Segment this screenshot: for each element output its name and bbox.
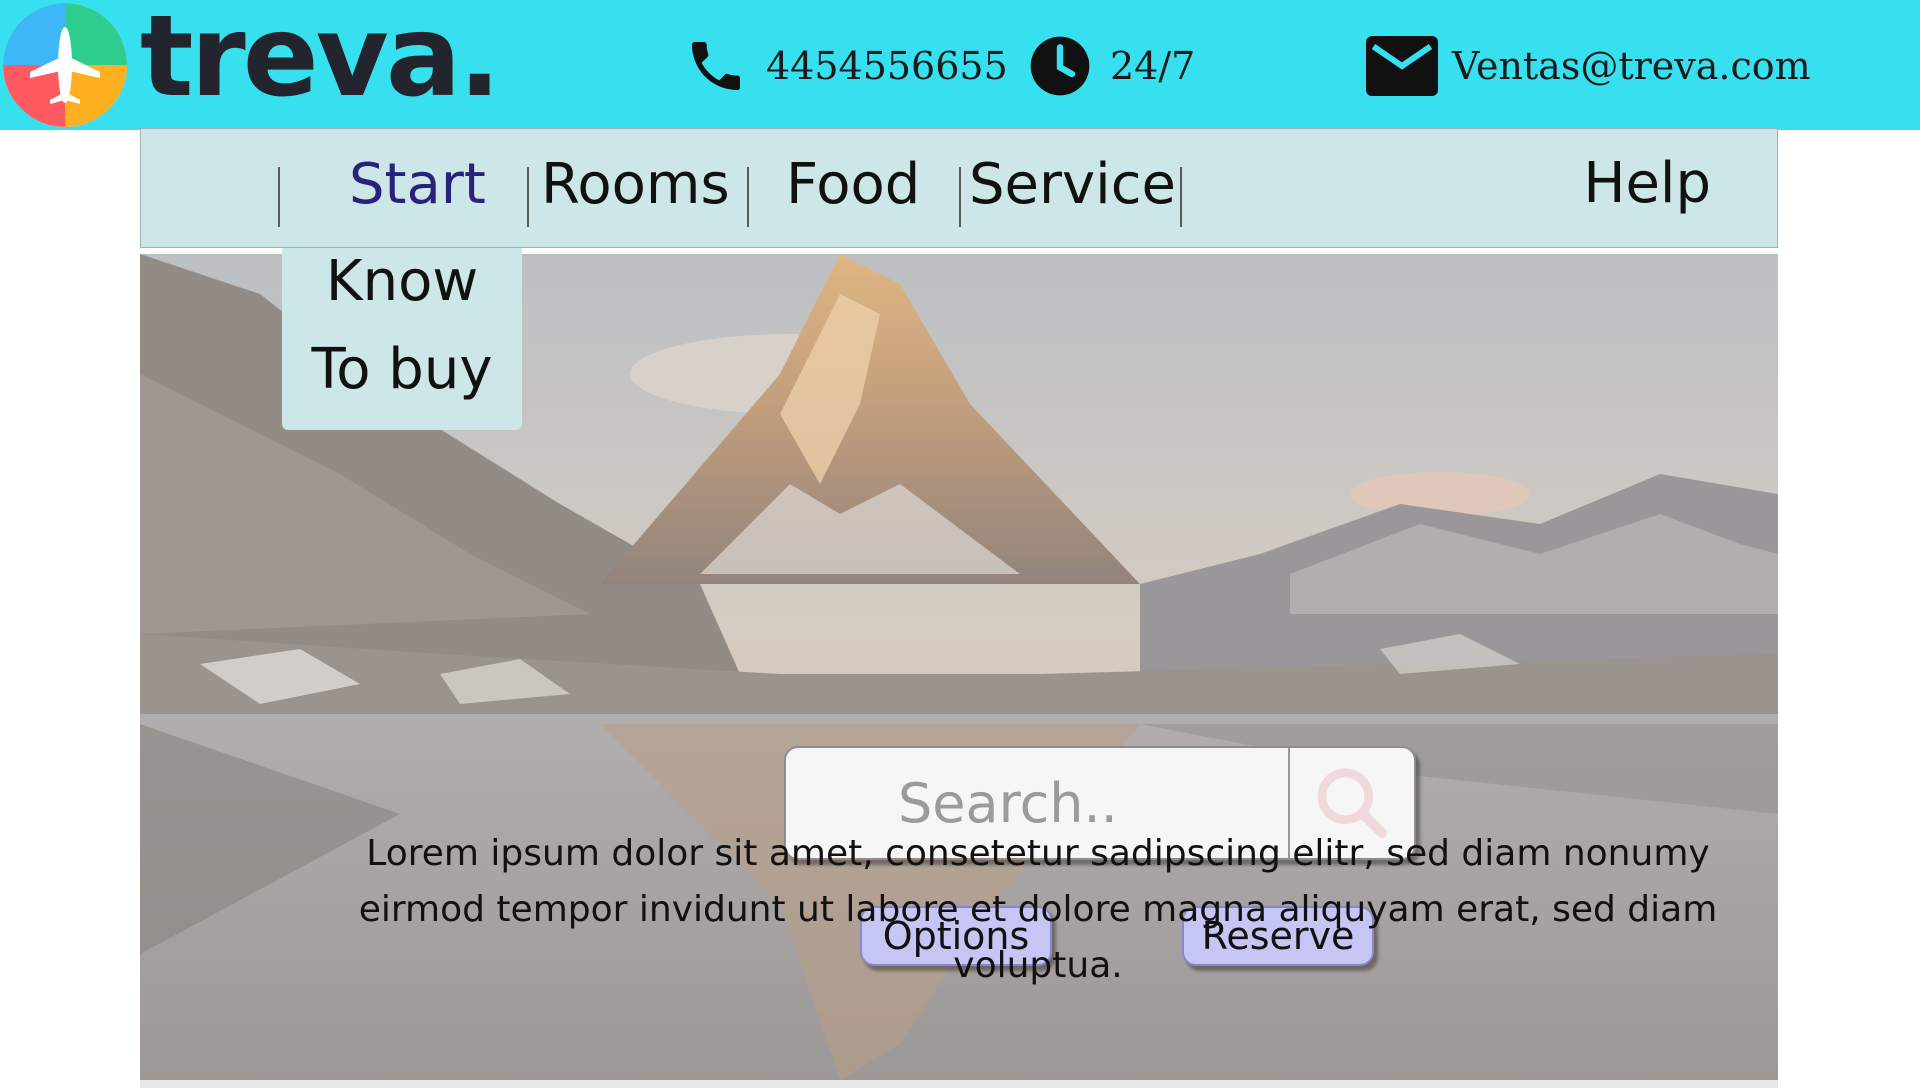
hours-info: 24/7 bbox=[1024, 28, 1195, 104]
dropdown-item-know[interactable]: Know bbox=[282, 254, 522, 310]
start-dropdown-menu: Know To buy bbox=[282, 248, 522, 430]
phone-contact[interactable]: 4454556655 bbox=[680, 28, 1008, 104]
logo-icon[interactable] bbox=[0, 0, 130, 130]
brand-name[interactable]: treva. bbox=[140, 0, 501, 122]
top-bar: treva. 4454556655 24/7 Ventas@treva.com bbox=[0, 0, 1920, 130]
clock-icon bbox=[1024, 30, 1096, 102]
nav-item-service[interactable]: Service bbox=[969, 157, 1176, 213]
nav-divider bbox=[959, 167, 961, 227]
email-address[interactable]: Ventas@treva.com bbox=[1452, 44, 1811, 88]
nav-item-rooms[interactable]: Rooms bbox=[541, 157, 730, 213]
phone-number[interactable]: 4454556655 bbox=[766, 44, 1008, 88]
hours-text: 24/7 bbox=[1110, 44, 1196, 88]
main-nav: Start Rooms Food Service Help bbox=[140, 128, 1778, 248]
nav-item-food[interactable]: Food bbox=[786, 157, 920, 213]
help-link[interactable]: Help bbox=[1583, 151, 1711, 216]
nav-item-start[interactable]: Start bbox=[349, 157, 486, 213]
phone-icon bbox=[680, 30, 752, 102]
nav-divider bbox=[1180, 167, 1182, 227]
bottom-strip bbox=[140, 1080, 1778, 1088]
hero-description: Lorem ipsum dolor sit amet, consetetur s… bbox=[358, 833, 1718, 986]
nav-divider bbox=[278, 167, 280, 227]
nav-divider bbox=[747, 167, 749, 227]
nav-divider bbox=[527, 167, 529, 227]
dropdown-item-to-buy[interactable]: To buy bbox=[282, 342, 522, 398]
email-contact[interactable]: Ventas@treva.com bbox=[1366, 28, 1811, 104]
mail-icon bbox=[1366, 30, 1438, 102]
